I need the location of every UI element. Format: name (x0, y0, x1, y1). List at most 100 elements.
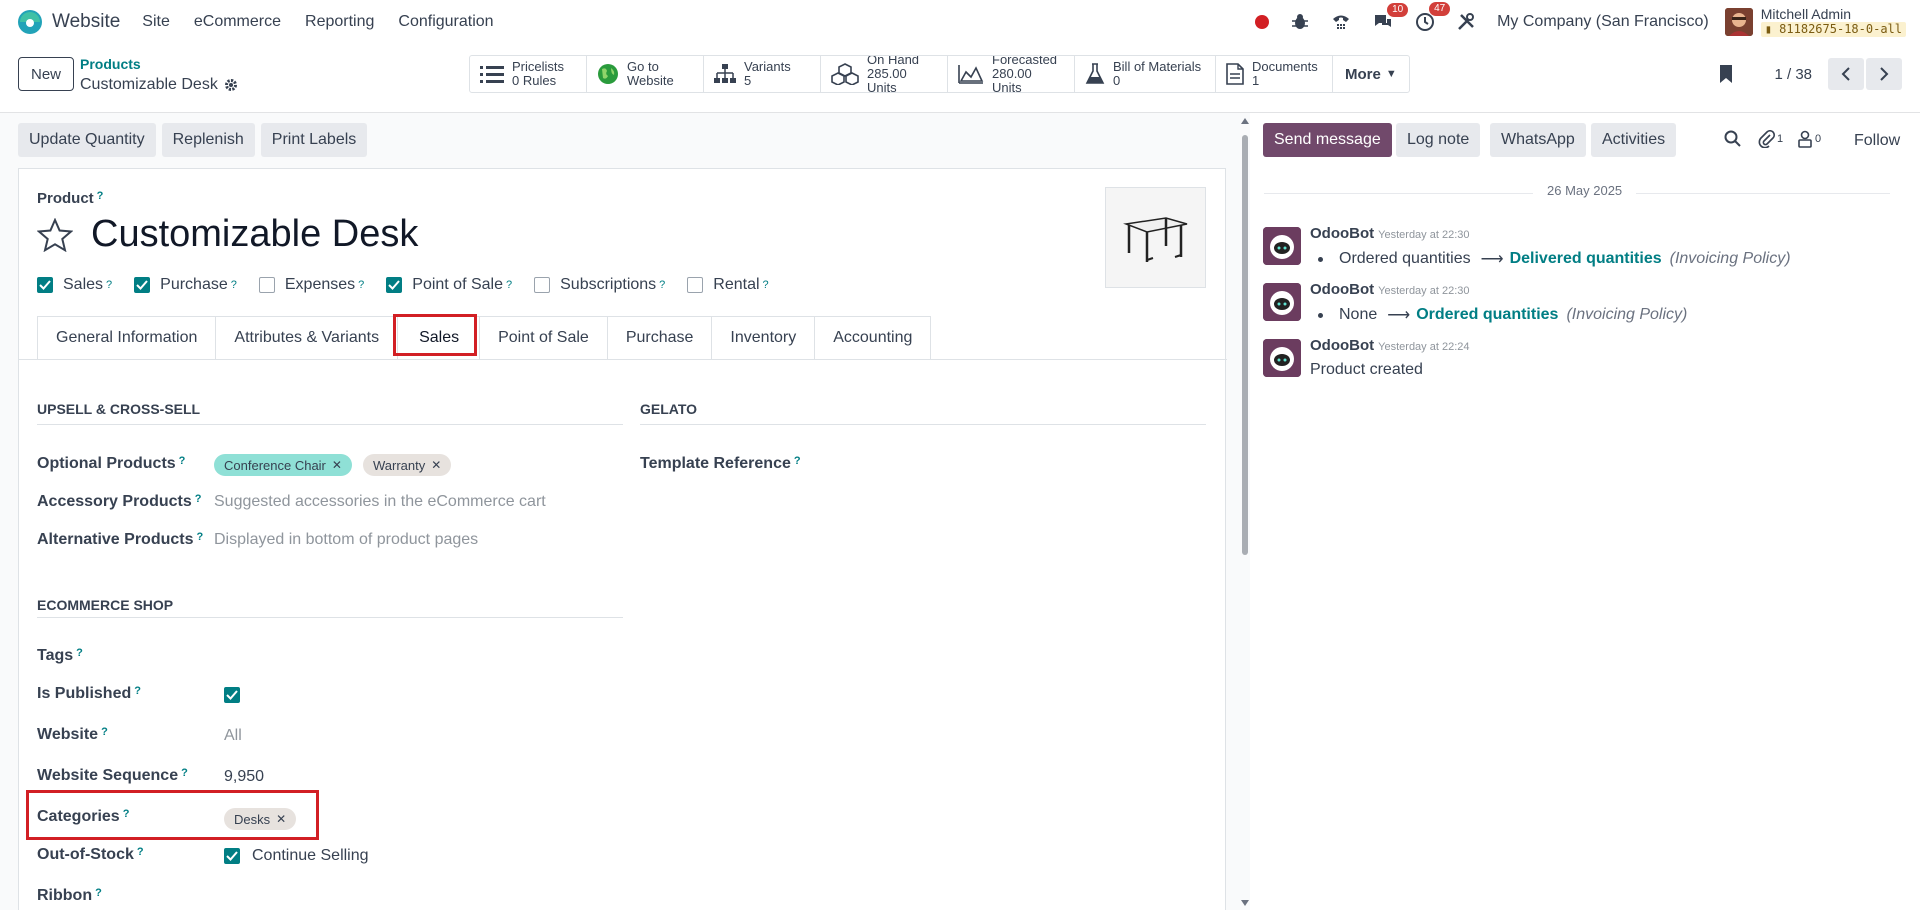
continue-selling-checkbox[interactable] (224, 848, 240, 864)
odoobot-avatar[interactable] (1263, 283, 1301, 321)
option-point-of-sale[interactable]: Point of Sale? (386, 276, 512, 294)
help-mark[interactable]: ? (137, 846, 144, 858)
option-rental[interactable]: Rental? (687, 276, 769, 294)
send-message-button[interactable]: Send message (1263, 123, 1392, 157)
help-mark[interactable]: ? (659, 279, 665, 291)
remove-tag-icon[interactable]: ✕ (332, 458, 342, 472)
help-mark[interactable]: ? (97, 190, 104, 202)
help-mark[interactable]: ? (134, 685, 141, 697)
log-note-button[interactable]: Log note (1396, 123, 1481, 157)
website-field[interactable]: All (224, 727, 242, 745)
bookmark-icon[interactable] (1718, 64, 1734, 84)
help-mark[interactable]: ? (106, 279, 112, 291)
replenish-button[interactable]: Replenish (161, 123, 255, 157)
menu-configuration[interactable]: Configuration (398, 13, 493, 31)
menu-ecommerce[interactable]: eCommerce (194, 13, 281, 31)
database-name-text: 81182675-18-0-all (1779, 21, 1902, 36)
tab-purchase[interactable]: Purchase (606, 316, 712, 360)
pager-previous-button[interactable] (1828, 58, 1864, 90)
expenses-checkbox[interactable] (258, 277, 275, 293)
phone-icon[interactable] (1331, 13, 1351, 31)
tab-accounting[interactable]: Accounting (814, 316, 932, 360)
point-of-sale-checkbox[interactable] (386, 277, 403, 293)
pricelists-button[interactable]: Pricelists 0 Rules (470, 56, 587, 92)
bom-value: 0 (1113, 73, 1121, 88)
messages-icon[interactable]: 10 (1373, 2, 1409, 31)
subscriptions-checkbox[interactable] (534, 277, 551, 293)
remove-tag-icon[interactable]: ✕ (431, 458, 441, 472)
help-mark[interactable]: ? (358, 279, 364, 291)
option-sales[interactable]: Sales? (37, 276, 112, 294)
user-menu[interactable]: Mitchell Admin ▮ 81182675-18-0-all (1724, 6, 1906, 37)
odoobot-avatar[interactable] (1263, 227, 1301, 265)
form-scrollbar[interactable] (1240, 113, 1250, 910)
purchase-checkbox[interactable] (134, 277, 151, 293)
option-expenses[interactable]: Expenses? (258, 276, 364, 294)
followers-button[interactable]: 0 (1796, 130, 1821, 148)
help-mark[interactable]: ? (506, 279, 512, 291)
help-mark[interactable]: ? (76, 647, 83, 659)
tab-point-of-sale[interactable]: Point of Sale (479, 316, 607, 360)
help-mark[interactable]: ? (179, 455, 186, 467)
help-mark[interactable]: ? (196, 531, 203, 543)
help-mark[interactable]: ? (95, 887, 102, 899)
sales-checkbox[interactable] (37, 277, 53, 293)
follow-button[interactable]: Follow (1854, 132, 1900, 150)
rental-checkbox[interactable] (687, 277, 704, 293)
help-mark[interactable]: ? (231, 279, 237, 291)
help-mark[interactable]: ? (763, 279, 769, 291)
new-button[interactable]: New (18, 57, 74, 91)
tab-general-information[interactable]: General Information (37, 316, 216, 360)
activities-button[interactable]: Activities (1591, 123, 1677, 157)
variants-button[interactable]: Variants 5 (704, 56, 821, 92)
attachments-button[interactable]: 1 (1758, 130, 1783, 148)
help-mark[interactable]: ? (195, 493, 202, 505)
alternative-products-input[interactable]: Displayed in bottom of product pages (214, 531, 478, 549)
menu-reporting[interactable]: Reporting (305, 13, 374, 31)
update-quantity-button[interactable]: Update Quantity (18, 123, 156, 157)
menu-site[interactable]: Site (142, 13, 170, 31)
more-button[interactable]: More ▼ (1333, 56, 1409, 92)
message-author[interactable]: OdooBot (1310, 337, 1374, 354)
website-sequence-field[interactable]: 9,950 (224, 768, 264, 786)
product-image[interactable] (1105, 187, 1206, 288)
message-author[interactable]: OdooBot (1310, 281, 1374, 298)
message-author[interactable]: OdooBot (1310, 225, 1374, 242)
template-reference-label: Template Reference? (640, 455, 801, 473)
search-icon[interactable] (1724, 130, 1742, 148)
help-mark[interactable]: ? (101, 726, 108, 738)
star-icon[interactable] (37, 217, 73, 252)
odoobot-avatar[interactable] (1263, 339, 1301, 377)
activities-icon[interactable]: 47 (1415, 1, 1451, 32)
tag-warranty[interactable]: Warranty ✕ (363, 454, 452, 476)
option-subscriptions[interactable]: Subscriptions? (534, 276, 665, 294)
scroll-thumb[interactable] (1242, 135, 1248, 555)
help-mark[interactable]: ? (794, 455, 801, 467)
app-brand[interactable]: Website (16, 8, 142, 36)
accessory-products-input[interactable]: Suggested accessories in the eCommerce c… (214, 493, 546, 511)
bill-of-materials-button[interactable]: Bill of Materials 0 (1075, 56, 1216, 92)
print-labels-button[interactable]: Print Labels (260, 123, 368, 157)
gear-icon[interactable] (224, 78, 238, 92)
forecasted-button[interactable]: Forecasted 280.00 Units (948, 56, 1075, 92)
tag-conference-chair[interactable]: Conference Chair ✕ (214, 454, 352, 476)
documents-button[interactable]: Documents 1 (1216, 56, 1333, 92)
tab-attributes-variants[interactable]: Attributes & Variants (215, 316, 398, 360)
is-published-checkbox[interactable] (224, 687, 240, 703)
on-hand-button[interactable]: On Hand 285.00 Units (821, 56, 948, 92)
tools-icon[interactable] (1457, 12, 1475, 31)
help-mark[interactable]: ? (181, 767, 188, 779)
whatsapp-button[interactable]: WhatsApp (1490, 123, 1586, 157)
pager-next-button[interactable] (1866, 58, 1902, 90)
pager-value[interactable]: 1 / 38 (1774, 66, 1812, 83)
breadcrumb-products[interactable]: Products (80, 56, 141, 72)
go-to-website-button[interactable]: Go to Website (587, 56, 704, 92)
recording-icon[interactable] (1255, 14, 1270, 29)
option-purchase[interactable]: Purchase? (134, 276, 237, 294)
scroll-down-icon[interactable] (1241, 900, 1249, 906)
product-name[interactable]: Customizable Desk (91, 213, 418, 256)
bug-icon[interactable] (1291, 13, 1309, 31)
tab-inventory[interactable]: Inventory (711, 316, 815, 360)
scroll-up-icon[interactable] (1241, 118, 1249, 124)
company-switcher[interactable]: My Company (San Francisco) (1497, 13, 1709, 31)
